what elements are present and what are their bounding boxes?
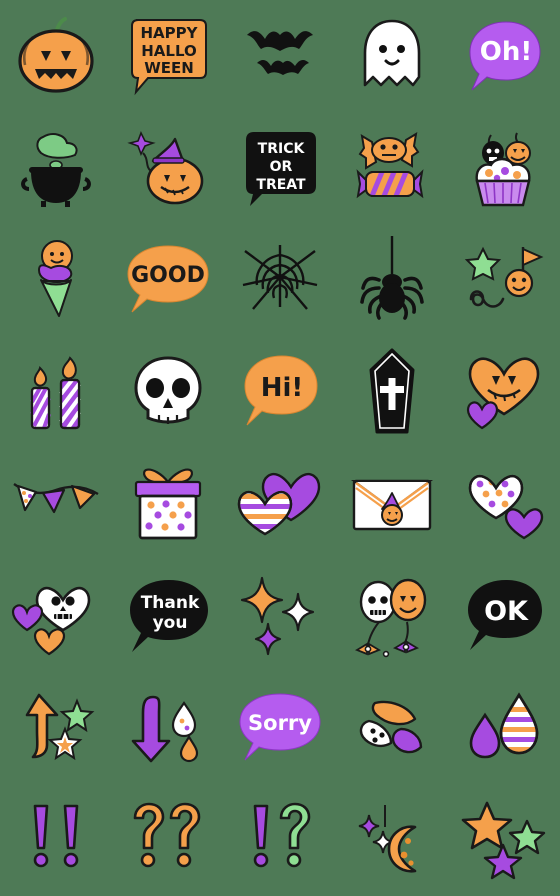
envelope-icon [350, 479, 434, 531]
sticker-cell-striped-hearts[interactable] [224, 448, 336, 560]
sticker-cell-stars[interactable] [448, 784, 560, 896]
cauldron-icon [21, 133, 91, 207]
coffin-icon [369, 348, 415, 434]
bubble-text: Sorry [248, 711, 312, 735]
spider-icon [360, 236, 424, 320]
bubble-line-1: Thank [141, 593, 200, 613]
bubble-line-1: TRICK [258, 141, 306, 157]
jack-o-lantern-icon [18, 17, 94, 93]
good-bubble-icon: GOOD [127, 245, 209, 313]
skull-icon [134, 356, 202, 424]
petals-icon [359, 700, 423, 754]
sticker-cell-candles[interactable] [0, 336, 112, 448]
sticker-cell-ok-bubble[interactable]: OK [448, 560, 560, 672]
sorry-bubble-icon: Sorry [239, 693, 321, 761]
witch-pumpkin-icon [127, 131, 204, 205]
sticker-cell-pumpkin-balloon-flag[interactable] [448, 224, 560, 336]
bubble-text: Oh! [480, 37, 532, 67]
balloons-icon [354, 578, 427, 658]
sticker-cell-bunting[interactable] [0, 448, 112, 560]
bubble-line-2: OR [270, 159, 293, 175]
bubble-line-3: TREAT [256, 177, 306, 193]
spider-web-icon [242, 245, 318, 310]
down-arrow-icon [131, 695, 199, 763]
bats-icon [247, 31, 313, 75]
bubble-text: OK [484, 596, 529, 627]
candles-icon [30, 356, 81, 430]
dotted-hearts-icon [468, 474, 544, 540]
sticker-cell-droplets[interactable] [448, 672, 560, 784]
gift-box-icon [134, 468, 202, 540]
sticker-cell-spider[interactable] [336, 224, 448, 336]
bubble-line-2: you [153, 613, 188, 633]
sticker-cell-double-question[interactable] [112, 784, 224, 896]
sticker-cell-sparkles[interactable] [224, 560, 336, 672]
sticker-cell-hi-bubble[interactable]: Hi! [224, 336, 336, 448]
sticker-cell-cauldron[interactable] [0, 112, 112, 224]
sticker-cell-petals[interactable] [336, 672, 448, 784]
sticker-cell-trick-or-treat-bubble[interactable]: TRICK OR TREAT [224, 112, 336, 224]
bunting-icon [13, 483, 99, 514]
sticker-cell-double-exclamation[interactable] [0, 784, 112, 896]
bubble-text: Hi! [261, 373, 304, 403]
up-arrow-icon [25, 693, 95, 761]
sticker-cell-crescent-moon[interactable] [336, 784, 448, 896]
sticker-cell-skull[interactable] [112, 336, 224, 448]
sticker-cell-skull-hearts[interactable] [0, 560, 112, 672]
bubble-text: GOOD [131, 263, 205, 288]
candies-icon [356, 132, 424, 199]
sticker-cell-cupcake[interactable] [448, 112, 560, 224]
bubble-line-3: WEEN [144, 59, 194, 77]
sticker-cell-coffin[interactable] [336, 336, 448, 448]
sticker-cell-interrobang[interactable] [224, 784, 336, 896]
oh-bubble-icon: Oh! [469, 21, 541, 91]
crescent-moon-icon [358, 805, 417, 873]
droplets-icon [469, 692, 539, 759]
ok-bubble-icon: OK [468, 580, 542, 650]
sticker-cell-ice-cream[interactable] [0, 224, 112, 336]
ice-cream-icon [37, 240, 73, 317]
sticker-cell-good-bubble[interactable]: GOOD [112, 224, 224, 336]
ghost-icon [363, 19, 421, 87]
sticker-cell-oh-bubble[interactable]: Oh! [448, 0, 560, 112]
sticker-cell-spider-web[interactable] [224, 224, 336, 336]
striped-hearts-icon [237, 473, 321, 536]
sticker-cell-balloons[interactable] [336, 560, 448, 672]
sticker-cell-up-arrow[interactable] [0, 672, 112, 784]
sticker-grid: HAPPY HALLO WEEN Oh! TRICK OR TREAT GOOD… [0, 0, 560, 896]
sticker-cell-candies[interactable] [336, 112, 448, 224]
double-exclamation-icon [33, 804, 79, 868]
double-question-icon [133, 802, 201, 868]
trick-or-treat-bubble-icon: TRICK OR TREAT [246, 132, 316, 206]
hi-bubble-icon: Hi! [244, 355, 318, 426]
sticker-cell-pumpkin-heart[interactable] [448, 336, 560, 448]
sticker-cell-sorry-bubble[interactable]: Sorry [224, 672, 336, 784]
sticker-cell-envelope[interactable] [336, 448, 448, 560]
sticker-cell-bats[interactable] [224, 0, 336, 112]
sticker-cell-down-arrow[interactable] [112, 672, 224, 784]
bubble-line-2: HALLO [141, 42, 197, 60]
skull-hearts-icon [11, 586, 91, 656]
sticker-cell-gift-box[interactable] [112, 448, 224, 560]
pumpkin-balloon-flag-icon [464, 246, 544, 308]
pumpkin-heart-icon [466, 357, 540, 430]
happy-halloween-bubble-icon: HAPPY HALLO WEEN [131, 19, 207, 96]
sticker-cell-happy-halloween-bubble[interactable]: HAPPY HALLO WEEN [112, 0, 224, 112]
cupcake-icon [475, 132, 531, 207]
sticker-cell-thank-you-bubble[interactable]: Thank you [112, 560, 224, 672]
thank-you-bubble-icon: Thank you [130, 580, 208, 652]
interrobang-icon [253, 802, 311, 868]
bubble-line-1: HAPPY [140, 24, 198, 42]
sparkles-icon [240, 576, 315, 656]
stars-icon [461, 801, 546, 880]
sticker-cell-ghost[interactable] [336, 0, 448, 112]
sticker-cell-jack-o-lantern[interactable] [0, 0, 112, 112]
sticker-cell-dotted-hearts[interactable] [448, 448, 560, 560]
sticker-cell-witch-pumpkin[interactable] [112, 112, 224, 224]
